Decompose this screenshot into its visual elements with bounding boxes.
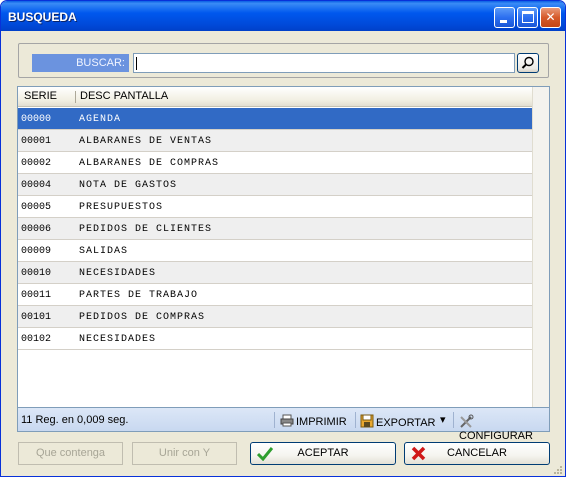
status-bar: 11 Reg. en 0,009 seg. IMPRIMIR EXPORTAR … (17, 408, 550, 442)
search-button[interactable] (517, 53, 539, 73)
table-row[interactable]: 00102 NECESIDADES (18, 328, 532, 350)
desc-pantalla-cell: AGENDA (79, 114, 122, 125)
table-row[interactable]: 00009 SALIDAS (18, 240, 532, 262)
minimize-button[interactable] (494, 7, 515, 28)
configure-button[interactable]: CONFIGURAR (459, 414, 549, 442)
close-button[interactable]: ✕ (540, 7, 561, 28)
desc-pantalla-cell: ALBARANES DE VENTAS (79, 136, 213, 147)
tools-icon (460, 414, 474, 428)
desc-pantalla-cell: ALBARANES DE COMPRAS (79, 158, 220, 169)
cancel-label: CANCELAR (447, 447, 507, 459)
table-row[interactable]: 00001 ALBARANES DE VENTAS (18, 130, 532, 152)
desc-pantalla-cell: NECESIDADES (79, 334, 157, 345)
column-header-serie[interactable]: SERIE (24, 90, 57, 102)
grid-header: SERIE DESC PANTALLA (18, 87, 532, 107)
printer-icon (280, 414, 294, 427)
desc-pantalla-cell: PARTES DE TRABAJO (79, 290, 199, 301)
maximize-button[interactable] (517, 7, 538, 28)
toolbar-separator (453, 412, 454, 428)
vertical-scrollbar[interactable] (532, 87, 549, 407)
table-row[interactable]: 00101 PEDIDOS DE COMPRAS (18, 306, 532, 328)
magnifier-icon (521, 56, 534, 69)
window-title: BUSQUEDA (8, 10, 77, 24)
serie-cell: 00002 (21, 158, 52, 169)
desc-pantalla-cell: SALIDAS (79, 246, 129, 257)
table-row[interactable]: 00010 NECESIDADES (18, 262, 532, 284)
resize-grip-icon[interactable] (551, 463, 563, 475)
export-dropdown-icon[interactable]: ▾ (440, 413, 446, 426)
serie-cell: 00011 (21, 290, 52, 301)
print-label: IMPRIMIR (296, 416, 347, 428)
accept-label: ACEPTAR (297, 447, 349, 459)
desc-pantalla-cell: PRESUPUESTOS (79, 202, 164, 213)
export-label: EXPORTAR (376, 417, 436, 429)
serie-cell: 00006 (21, 224, 52, 235)
serie-cell: 00000 (21, 114, 52, 125)
desc-pantalla-cell: NECESIDADES (79, 268, 157, 279)
desc-pantalla-cell: PEDIDOS DE COMPRAS (79, 312, 206, 323)
configure-label: CONFIGURAR (459, 430, 533, 442)
floppy-disk-icon (360, 414, 374, 428)
table-row[interactable]: 00004 NOTA DE GASTOS (18, 174, 532, 196)
print-button[interactable]: IMPRIMIR (280, 414, 347, 428)
serie-cell: 00102 (21, 334, 52, 345)
search-group: BUSCAR: (18, 43, 549, 78)
serie-cell: 00001 (21, 136, 52, 147)
grid-rows: 00000 AGENDA 00001 ALBARANES DE VENTAS 00002… (18, 108, 532, 350)
table-row[interactable]: 00002 ALBARANES DE COMPRAS (18, 152, 532, 174)
busqueda-window: BUSQUEDA ✕ BUSCAR: SERIE DESC PANTALLA 0… (0, 0, 566, 477)
search-label: BUSCAR: (32, 54, 129, 72)
export-button[interactable]: EXPORTAR (360, 414, 436, 429)
join-and-button[interactable]: Unir con Y (132, 442, 237, 465)
desc-pantalla-cell: PEDIDOS DE CLIENTES (79, 224, 213, 235)
table-row[interactable]: 00000 AGENDA (18, 108, 532, 130)
accept-button[interactable]: ACEPTAR (250, 442, 396, 465)
serie-cell: 00004 (21, 180, 52, 191)
serie-cell: 00005 (21, 202, 52, 213)
table-row[interactable]: 00006 PEDIDOS DE CLIENTES (18, 218, 532, 240)
column-header-desc-pantalla[interactable]: DESC PANTALLA (80, 90, 168, 102)
table-row[interactable]: 00005 PRESUPUESTOS (18, 196, 532, 218)
column-separator (75, 91, 76, 103)
record-count: 11 Reg. en 0,009 seg. (21, 414, 129, 426)
text-caret (136, 57, 137, 70)
title-bar[interactable]: BUSQUEDA ✕ (1, 1, 565, 31)
serie-cell: 00101 (21, 312, 52, 323)
serie-cell: 00009 (21, 246, 52, 257)
maximize-icon (522, 11, 534, 23)
close-icon: ✕ (545, 10, 556, 24)
desc-pantalla-cell: NOTA DE GASTOS (79, 180, 178, 191)
search-input[interactable] (133, 53, 515, 73)
contains-filter-button[interactable]: Que contenga (18, 442, 123, 465)
table-row[interactable]: 00011 PARTES DE TRABAJO (18, 284, 532, 306)
minimize-icon (500, 20, 507, 23)
toolbar-separator (355, 412, 356, 428)
serie-cell: 00010 (21, 268, 52, 279)
results-grid[interactable]: SERIE DESC PANTALLA 00000 AGENDA 00001 ALBA… (17, 86, 550, 408)
toolbar-separator (274, 412, 275, 428)
cancel-button[interactable]: CANCELAR (404, 442, 550, 465)
